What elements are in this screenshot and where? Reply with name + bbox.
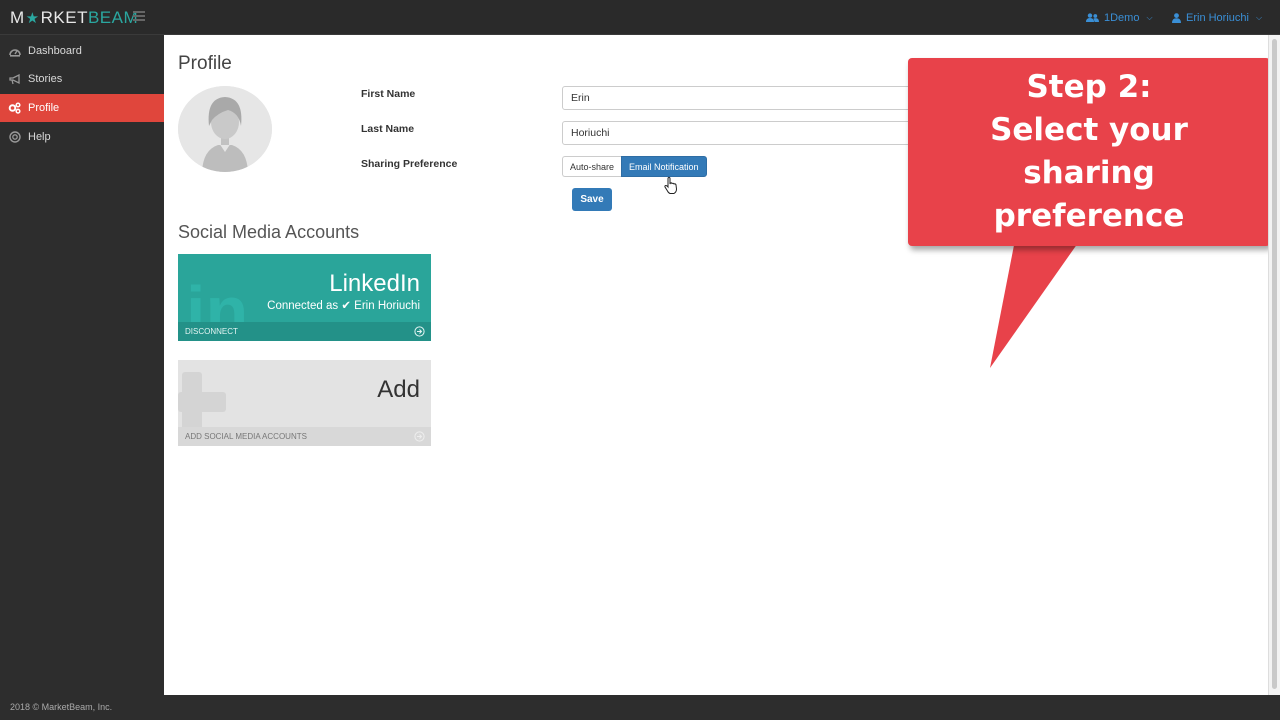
add-social-account-card[interactable]: Add ADD SOCIAL MEDIA ACCOUNTS (178, 360, 431, 446)
chevron-down-icon: ⌵ (1146, 13, 1153, 22)
sidebar-item-help[interactable]: Help (0, 123, 164, 151)
callout-line: Step 2: (1026, 69, 1152, 105)
sidebar-item-dashboard[interactable]: Dashboard (0, 37, 164, 65)
copyright-text: 2018 © MarketBeam, Inc. (10, 702, 113, 712)
connected-user: Erin Horiuchi (354, 300, 420, 312)
avatar[interactable] (178, 86, 272, 172)
add-accounts-link[interactable]: ADD SOCIAL MEDIA ACCOUNTS (185, 432, 307, 441)
hamburger-menu-icon[interactable] (133, 11, 145, 23)
sharing-preference-label: Sharing Preference (361, 158, 458, 170)
step-callout-text: Step 2: Select your sharing preference (908, 66, 1270, 238)
last-name-label: Last Name (361, 123, 415, 135)
user-icon (1172, 13, 1181, 23)
first-name-field[interactable] (562, 86, 932, 110)
logo-star-icon: ★ (25, 10, 40, 27)
connected-label: Connected as (267, 300, 339, 312)
vertical-scrollbar[interactable] (1268, 35, 1280, 695)
connected-status: Connected as ✔ Erin Horiuchi (267, 298, 420, 312)
callout-line: Select your (990, 112, 1188, 148)
auto-share-option[interactable]: Auto-share (562, 156, 622, 177)
check-icon: ✔ (341, 300, 351, 312)
linkedin-title: LinkedIn (329, 270, 420, 297)
person-silhouette-icon (178, 86, 272, 172)
disconnect-link[interactable]: DISCONNECT (185, 327, 238, 336)
user-name: Erin Horiuchi (1186, 12, 1249, 24)
email-notification-option[interactable]: Email Notification (621, 156, 707, 177)
social-accounts-title: Social Media Accounts (178, 222, 360, 242)
disconnect-bar[interactable]: DISCONNECT (178, 322, 431, 341)
sidebar-item-label: Dashboard (28, 45, 82, 57)
logo-text-accent: BEAM (87, 8, 139, 27)
logo-letter: M (10, 8, 25, 27)
last-name-field[interactable] (562, 121, 932, 145)
arrow-circle-right-icon (414, 431, 425, 442)
hand-cursor-icon (664, 177, 678, 194)
save-button[interactable]: Save (572, 188, 612, 211)
add-title: Add (377, 376, 420, 403)
callout-pointer (990, 240, 1080, 368)
sidebar: Dashboard Stories Profile Help (0, 35, 164, 695)
sidebar-item-profile[interactable]: Profile (0, 94, 164, 122)
plus-watermark-icon (178, 372, 226, 430)
scrollbar-thumb[interactable] (1272, 39, 1277, 689)
org-name: 1Demo (1104, 12, 1140, 24)
users-icon (1086, 13, 1099, 22)
logo-text: RKET (40, 8, 88, 27)
chevron-down-icon: ⌵ (1255, 13, 1263, 22)
footer: 2018 © MarketBeam, Inc. (0, 695, 1280, 720)
page-title: Profile (178, 53, 232, 74)
sidebar-item-label: Stories (28, 73, 63, 85)
sidebar-item-label: Help (28, 131, 51, 143)
top-navbar: M ★ RKET BEAM 1Demo ⌵ Erin Horiuchi ⌵ (0, 0, 1280, 35)
gears-icon (8, 102, 21, 115)
add-accounts-bar[interactable]: ADD SOCIAL MEDIA ACCOUNTS (178, 427, 431, 446)
callout-line: preference (993, 198, 1185, 234)
first-name-label: First Name (361, 88, 416, 100)
user-menu[interactable]: Erin Horiuchi ⌵ (1172, 11, 1262, 25)
sidebar-item-label: Profile (28, 102, 60, 114)
megaphone-icon (8, 73, 21, 86)
arrow-circle-right-icon (414, 326, 425, 337)
sharing-preference-toggle: Auto-share Email Notification (562, 156, 707, 177)
marketbeam-logo[interactable]: M ★ RKET BEAM (10, 7, 138, 29)
callout-line: sharing (1023, 155, 1155, 191)
org-switcher[interactable]: 1Demo ⌵ (1086, 11, 1153, 25)
sidebar-item-stories[interactable]: Stories (0, 65, 164, 93)
linkedin-account-card[interactable]: in LinkedIn Connected as ✔ Erin Horiuchi… (178, 254, 431, 341)
dashboard-icon (8, 45, 21, 58)
lifebuoy-icon (8, 131, 21, 144)
